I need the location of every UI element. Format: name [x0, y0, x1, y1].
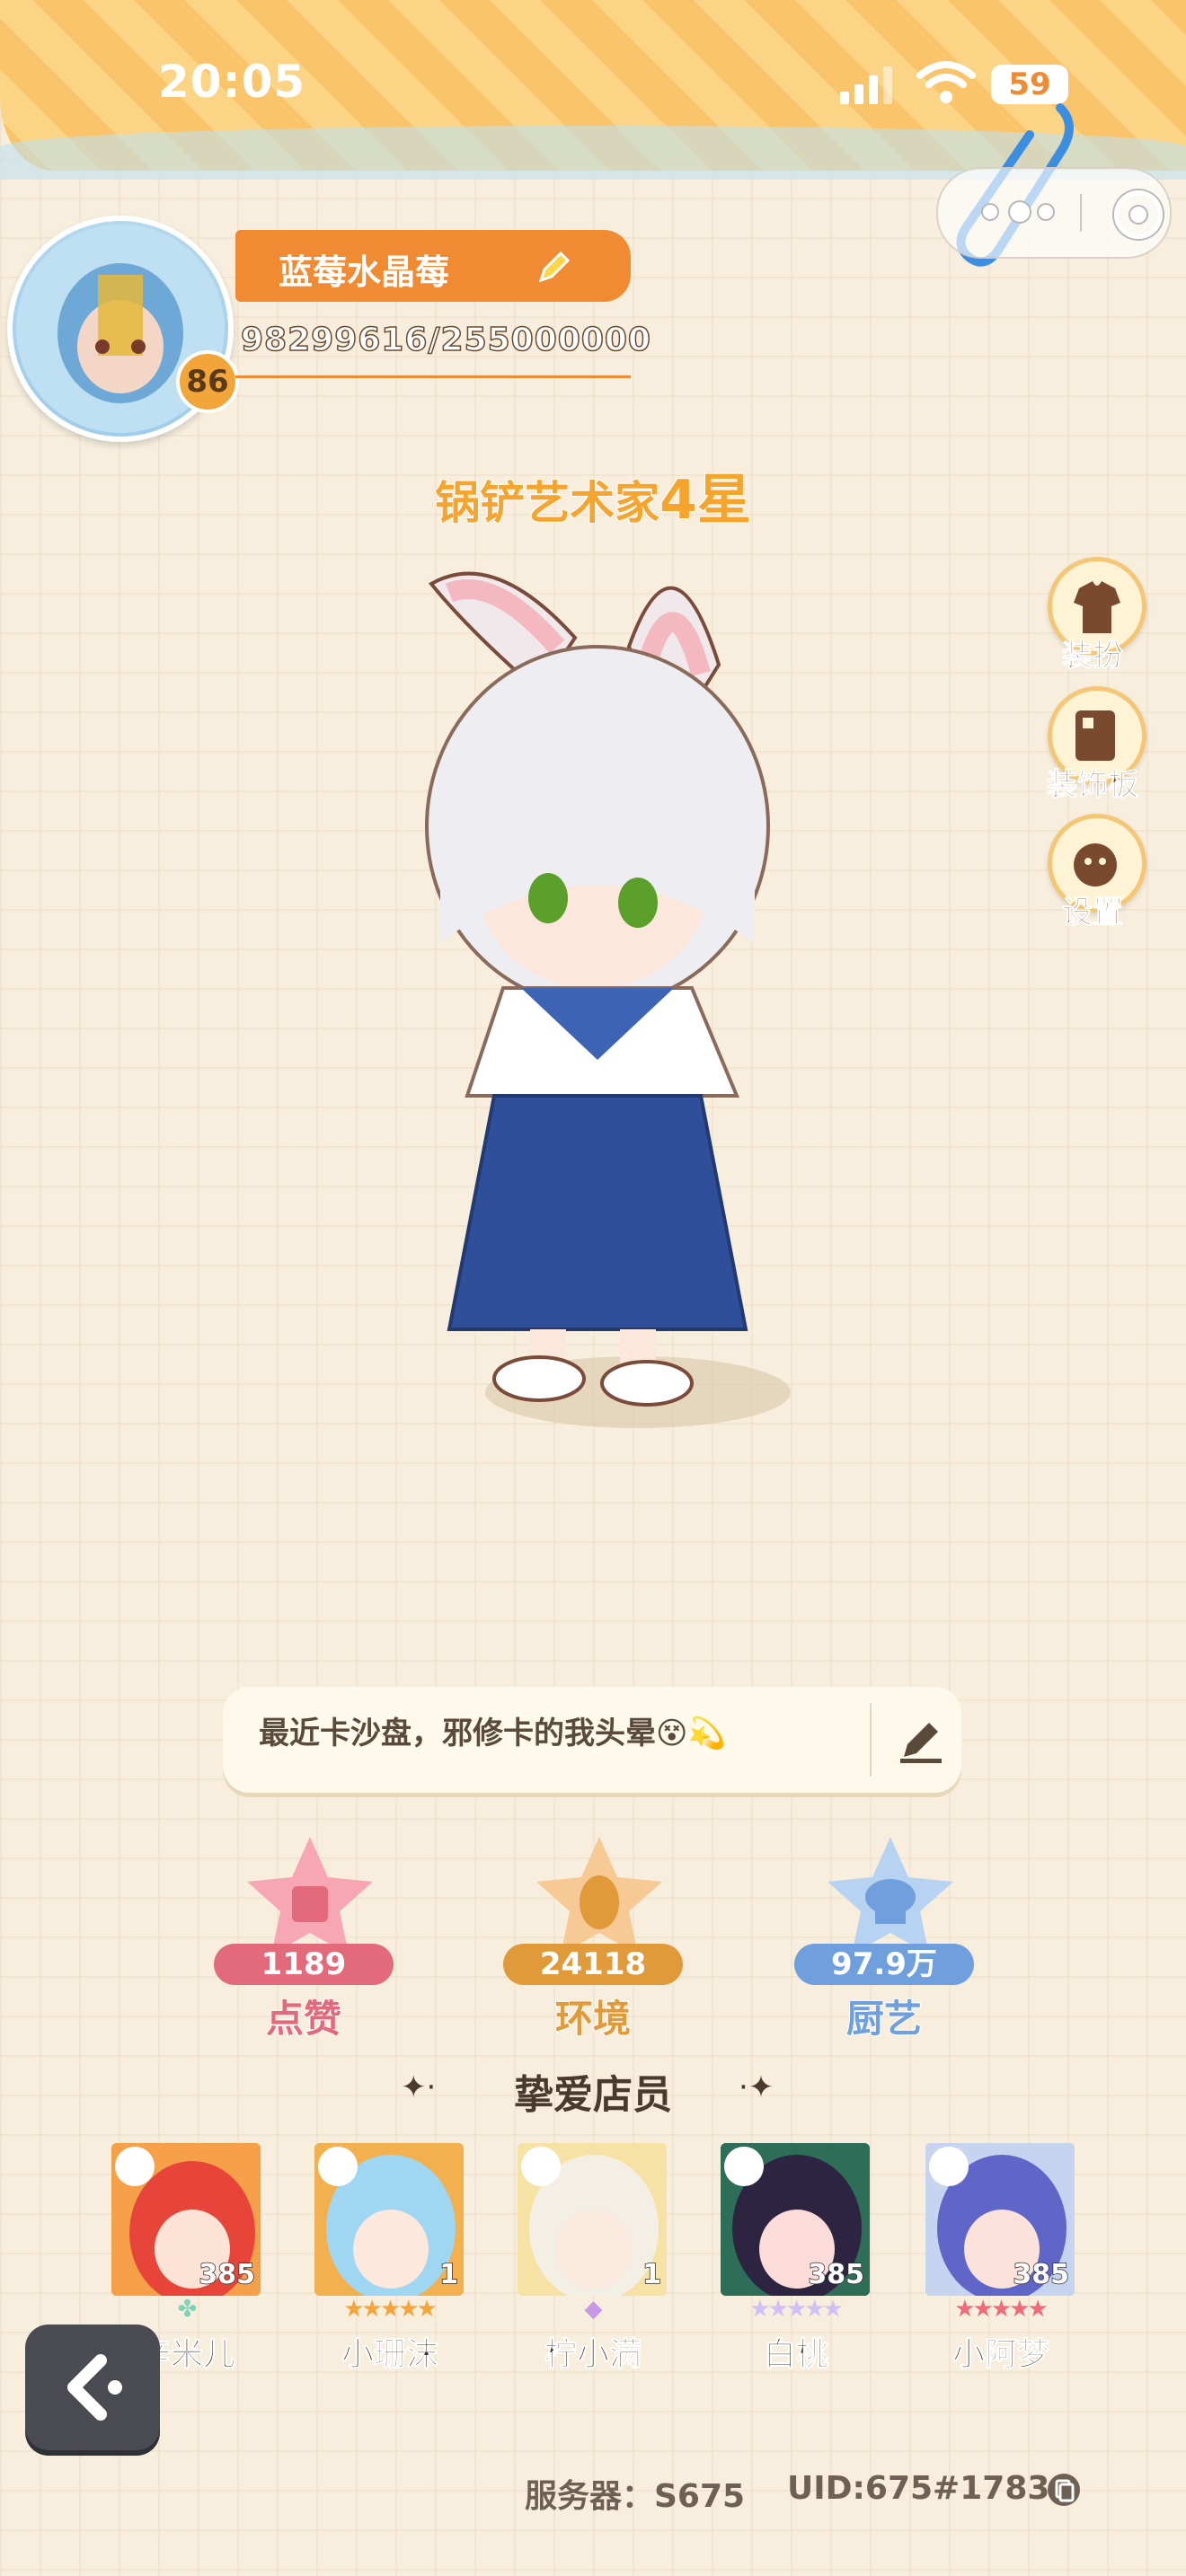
player-name: 蓝莓水晶莓	[279, 252, 450, 292]
staff-card[interactable]: 385	[721, 2143, 870, 2296]
copy-icon[interactable]	[1046, 2472, 1082, 2508]
stat-value: 97.9万	[794, 1944, 974, 1985]
favorite-staff-title: 挚爱店员	[514, 2072, 672, 2118]
stat-likes[interactable]: 1189 点赞	[207, 1832, 404, 2042]
uid-label: UID:675#17839	[787, 2470, 1073, 2507]
staff-name: 小阿梦	[951, 2336, 1049, 2374]
staff-card[interactable]: 385	[111, 2143, 261, 2296]
side-button-outfit[interactable]: 装扮	[1039, 557, 1146, 683]
status-time: 20:05	[158, 56, 306, 108]
chef-hat-icon	[828, 1837, 953, 1954]
stat-value: 24118	[503, 1944, 683, 1985]
rarity-icon: ◆	[584, 2296, 603, 2323]
edit-message-icon[interactable]	[895, 1714, 947, 1766]
staff-count: 385	[1013, 2258, 1070, 2291]
element-badge	[318, 2147, 358, 2186]
staff-count: 1	[438, 2258, 458, 2291]
rarity-stars: ★★★★★	[749, 2296, 844, 2323]
staff-name: 白桃	[763, 2336, 828, 2374]
level-badge: 86	[176, 350, 239, 413]
experience-bar: 98299616/255000000	[235, 314, 651, 378]
staff-name: 柠小满	[544, 2336, 642, 2374]
server-label: 服务器：S675	[525, 2478, 746, 2515]
element-badge	[521, 2147, 561, 2186]
stat-label: 环境	[554, 1996, 632, 2042]
side-button-label: 设置	[1062, 895, 1124, 931]
close-target-icon[interactable]	[1114, 190, 1163, 239]
element-badge	[929, 2147, 969, 2186]
side-button-decor-board[interactable]: 装饰板	[1039, 686, 1146, 812]
staff-card[interactable]: 1	[518, 2143, 667, 2296]
title-main: 锅铲艺术家	[434, 476, 660, 530]
side-button-label: 装饰板	[1047, 767, 1139, 804]
player-name-banner[interactable]: 蓝莓水晶莓	[235, 230, 631, 302]
side-button-settings[interactable]: 设置	[1039, 814, 1146, 940]
element-badge	[724, 2147, 764, 2186]
message-divider	[870, 1703, 872, 1777]
rarity-icon: ✤	[177, 2296, 198, 2323]
stat-cooking[interactable]: 97.9万 厨艺	[787, 1832, 985, 2042]
side-button-label: 装扮	[1062, 638, 1124, 675]
stat-label: 厨艺	[845, 1996, 923, 2042]
player-character[interactable]	[377, 557, 898, 1455]
capsule-divider	[1080, 194, 1082, 232]
signature-message-box[interactable]: 最近卡沙盘，邪修卡的我头晕😵💫	[223, 1687, 961, 1793]
edit-name-icon[interactable]	[532, 246, 575, 289]
title-star: 4星	[659, 468, 752, 533]
sparkle-icon: ·✦	[739, 2069, 774, 2105]
more-icon[interactable]	[981, 200, 1055, 224]
back-arrow-icon	[67, 2354, 122, 2421]
stat-environment[interactable]: 24118 环境	[496, 1832, 694, 2042]
rarity-stars: ★★★★★	[343, 2296, 438, 2323]
signal-icon	[840, 65, 894, 104]
experience-text: 98299616/255000000	[240, 321, 651, 359]
leaf-icon	[536, 1837, 662, 1954]
staff-name: 小珊沫	[341, 2336, 438, 2374]
thumbs-up-icon	[247, 1837, 373, 1954]
staff-count: 385	[808, 2258, 865, 2291]
rarity-stars: ★★★★★	[954, 2296, 1049, 2323]
staff-card[interactable]: 385	[925, 2143, 1075, 2296]
stat-value: 1189	[214, 1944, 394, 1985]
staff-count: 1	[642, 2258, 661, 2291]
player-avatar-group[interactable]: 86	[7, 198, 241, 442]
signature-text: 最近卡沙盘，邪修卡的我头晕😵💫	[259, 1716, 726, 1751]
element-badge	[115, 2147, 155, 2186]
miniprogram-capsule[interactable]	[936, 167, 1172, 259]
staff-card[interactable]: 1	[314, 2143, 464, 2296]
back-button[interactable]	[25, 2325, 160, 2450]
staff-count: 385	[199, 2258, 256, 2291]
player-title: 锅铲艺术家4星	[0, 456, 1186, 534]
stat-label: 点赞	[265, 1996, 342, 2042]
